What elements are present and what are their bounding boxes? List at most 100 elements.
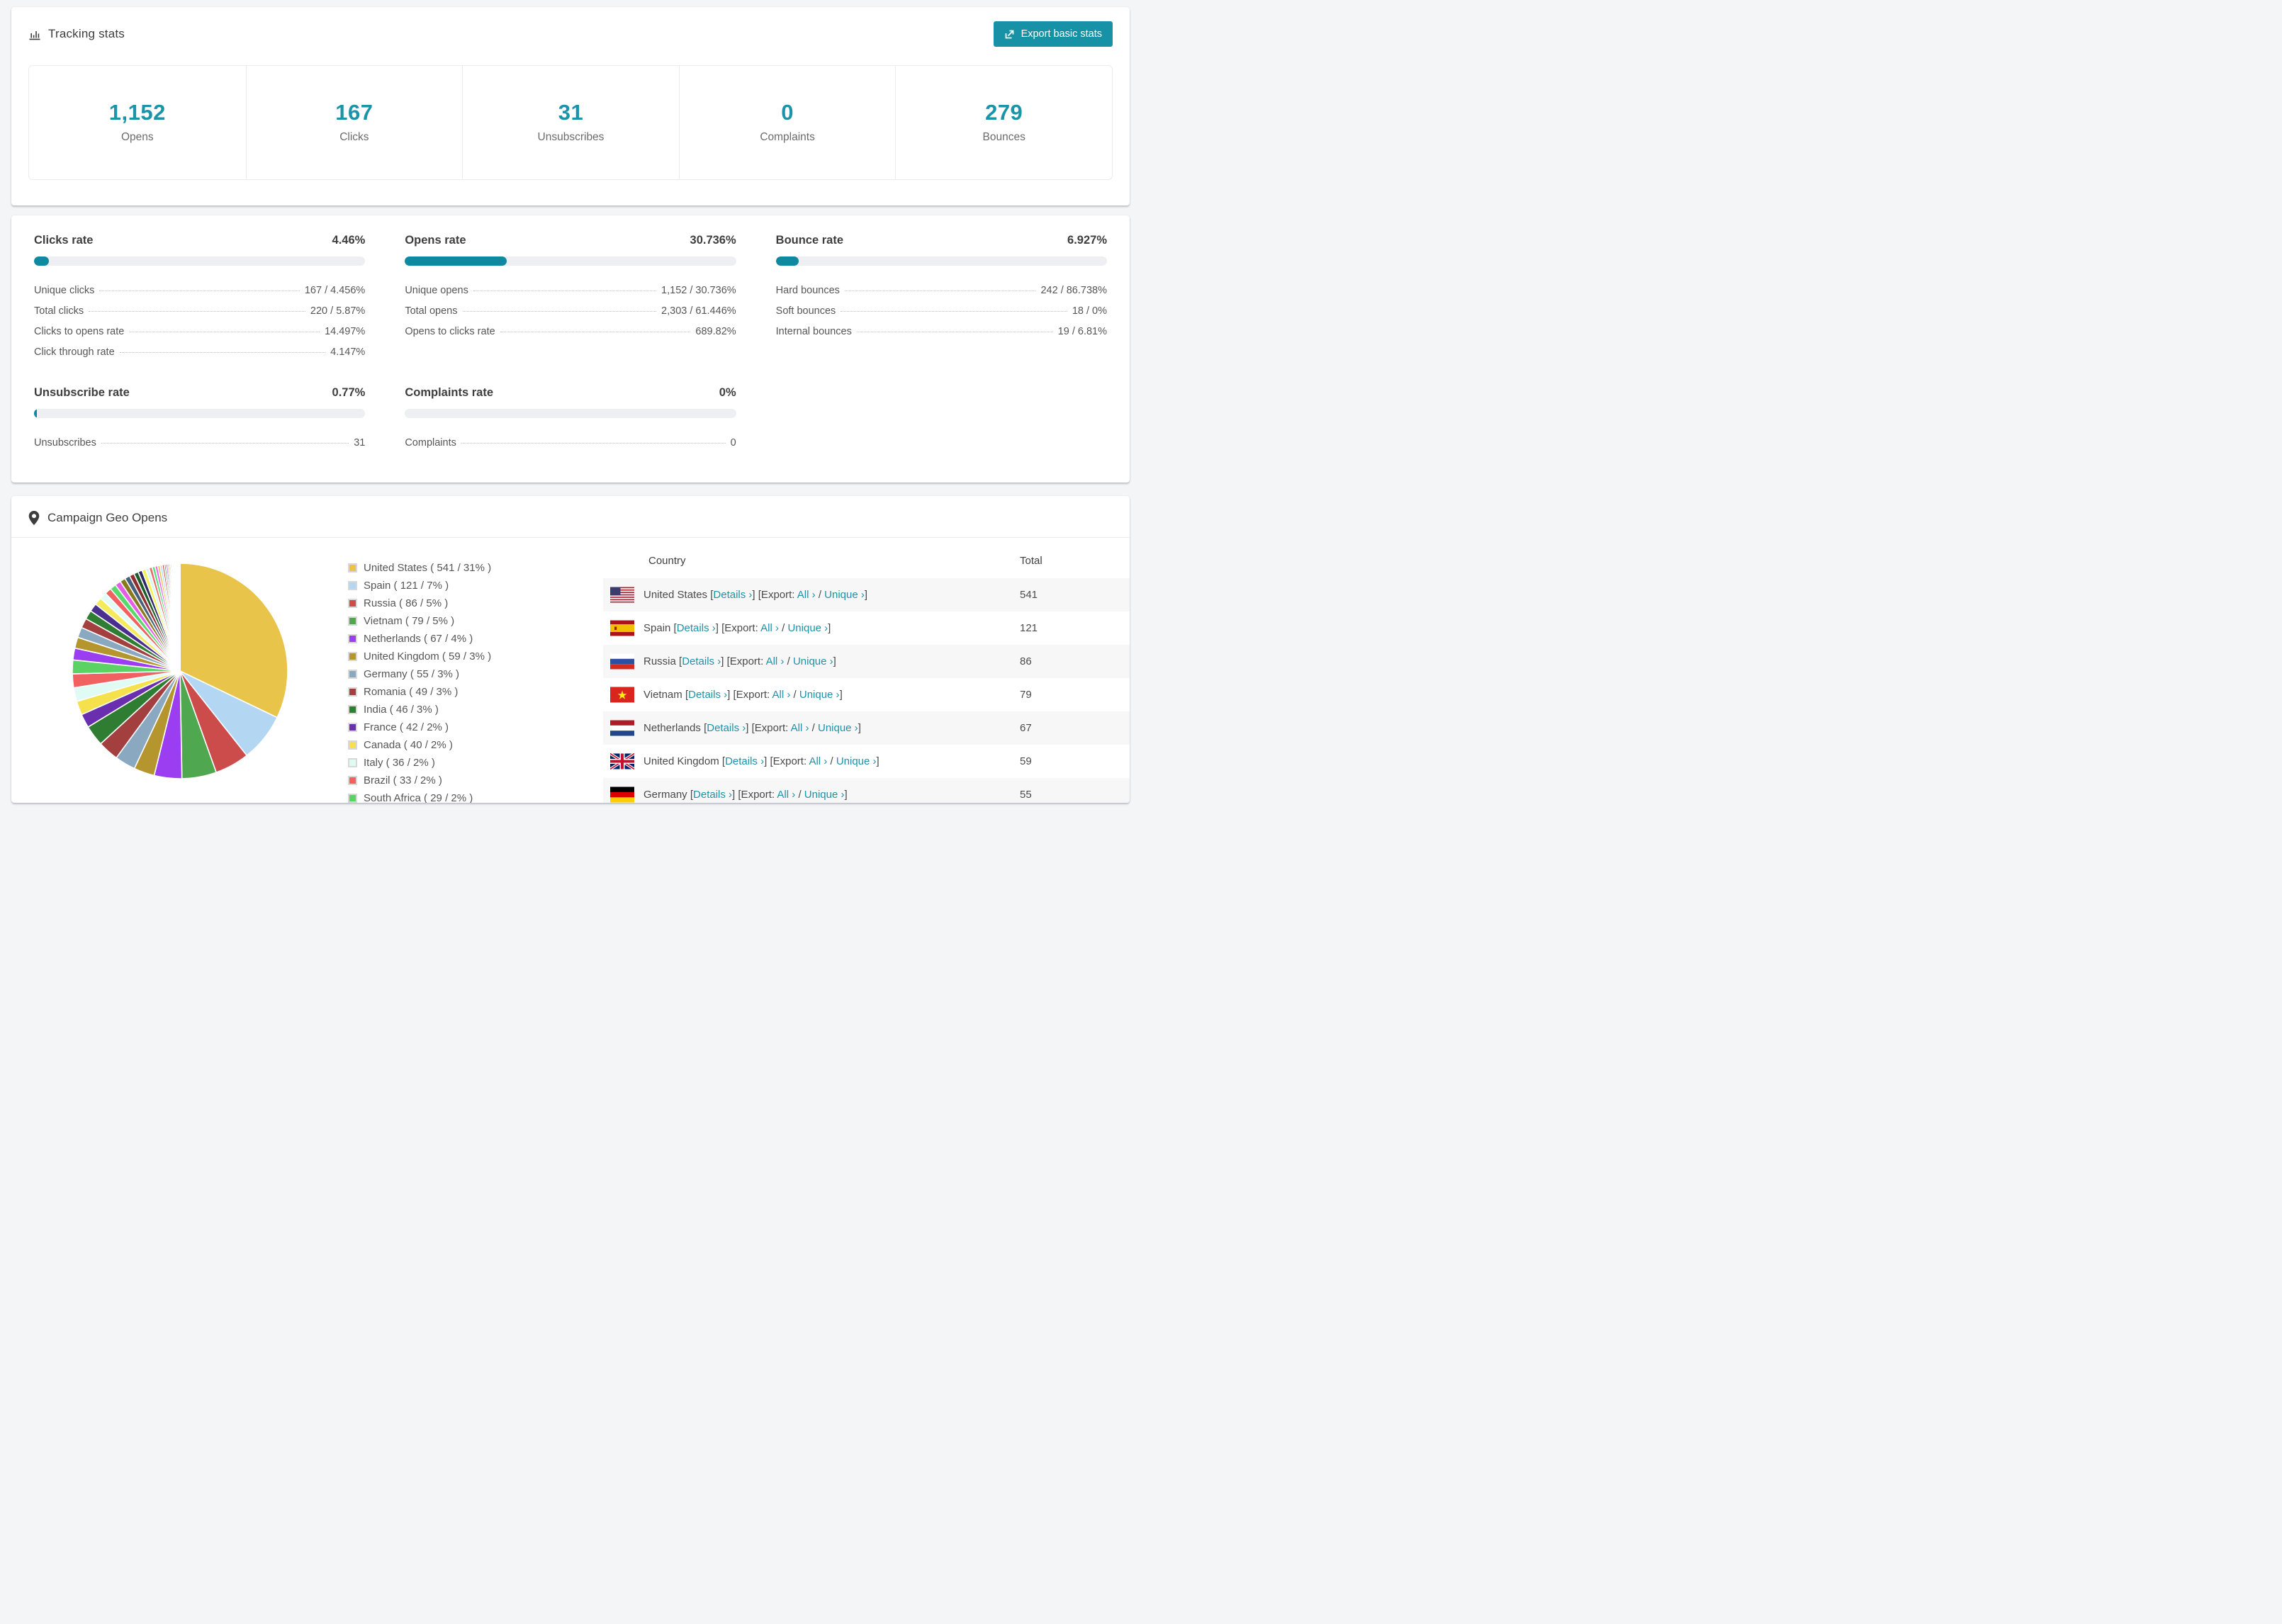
export-unique-link[interactable]: Unique › bbox=[836, 755, 877, 767]
legend-item[interactable]: Netherlands ( 67 / 4% ) bbox=[348, 633, 603, 645]
details-link[interactable]: Details › bbox=[725, 755, 764, 767]
legend-swatch bbox=[348, 776, 357, 785]
export-unique-link[interactable]: Unique › bbox=[787, 622, 828, 634]
legend-label: India ( 46 / 3% ) bbox=[364, 704, 439, 716]
legend-item[interactable]: Canada ( 40 / 2% ) bbox=[348, 739, 603, 751]
export-all-link[interactable]: All › bbox=[777, 789, 795, 801]
stat-unsubscribes: 31 Unsubscribes bbox=[462, 66, 679, 179]
row-total: 79 bbox=[1020, 689, 1032, 701]
legend-item[interactable]: United Kingdom ( 59 / 3% ) bbox=[348, 650, 603, 662]
table-row: Spain [Details ›] [Export: All › / Uniqu… bbox=[603, 611, 1130, 645]
export-all-link[interactable]: All › bbox=[791, 722, 809, 734]
legend-swatch bbox=[348, 581, 357, 590]
bounce-rate-value: 6.927% bbox=[1067, 234, 1107, 247]
export-icon bbox=[1004, 28, 1016, 40]
clicks-rate-bar-fill bbox=[34, 256, 49, 266]
geo-pie-chart[interactable] bbox=[67, 558, 293, 784]
clicks-rate-bar bbox=[34, 256, 366, 266]
stat-opens-value: 1,152 bbox=[108, 100, 166, 125]
row-country-text: Spain [Details ›] [Export: All › / Uniqu… bbox=[643, 622, 831, 634]
unsubscribe-rate-bar bbox=[34, 409, 366, 418]
bounce-rate-bar-fill bbox=[775, 256, 799, 266]
stat-row: Soft bounces 18 / 0% bbox=[775, 305, 1107, 317]
row-country-text: United Kingdom [Details ›] [Export: All … bbox=[643, 755, 879, 767]
clicks-rate-panel: Clicks rate 4.46% Unique clicks 167 / 4.4… bbox=[34, 234, 366, 362]
geo-table-wrap: Country Total United States [Details ›] … bbox=[603, 546, 1130, 803]
export-basic-stats-button[interactable]: Export basic stats bbox=[993, 21, 1113, 47]
export-unique-link[interactable]: Unique › bbox=[793, 655, 833, 667]
bounce-rate-bar bbox=[775, 256, 1107, 266]
export-all-link[interactable]: All › bbox=[797, 589, 816, 601]
legend-item[interactable]: Spain ( 121 / 7% ) bbox=[348, 580, 603, 592]
geo-pie-wrap bbox=[11, 546, 348, 803]
tracking-stats-header: Tracking stats Export basic stats bbox=[11, 7, 1130, 62]
opens-rate-panel: Opens rate 30.736% Unique opens 1,152 / 3… bbox=[405, 234, 736, 362]
legend-item[interactable]: Russia ( 86 / 5% ) bbox=[348, 597, 603, 609]
export-unique-link[interactable]: Unique › bbox=[799, 689, 840, 701]
row-total: 541 bbox=[1020, 589, 1038, 601]
details-link[interactable]: Details › bbox=[693, 789, 732, 801]
page-title: Tracking stats bbox=[48, 27, 125, 40]
legend-item[interactable]: France ( 42 / 2% ) bbox=[348, 721, 603, 733]
legend-swatch bbox=[348, 599, 357, 608]
legend-label: Germany ( 55 / 3% ) bbox=[364, 668, 460, 680]
column-header-total: Total bbox=[1020, 555, 1042, 567]
export-all-link[interactable]: All › bbox=[766, 655, 785, 667]
clicks-rate-value: 4.46% bbox=[332, 234, 366, 247]
legend-label: Netherlands ( 67 / 4% ) bbox=[364, 633, 473, 645]
legend-swatch bbox=[348, 652, 357, 661]
stat-row: Complaints 0 bbox=[405, 436, 736, 449]
big-stats-row: 1,152 Opens 167 Clicks 31 Unsubscribes 0… bbox=[28, 65, 1113, 180]
flag-netherlands-icon bbox=[610, 720, 634, 736]
export-unique-link[interactable]: Unique › bbox=[824, 589, 865, 601]
stat-complaints: 0 Complaints bbox=[678, 66, 896, 179]
stat-unsubscribes-value: 31 bbox=[558, 100, 584, 125]
legend-label: South Africa ( 29 / 2% ) bbox=[364, 792, 473, 803]
unsubscribe-rate-bar-fill bbox=[34, 409, 37, 418]
flag-united-kingdom-icon bbox=[610, 753, 634, 769]
legend-label: Canada ( 40 / 2% ) bbox=[364, 739, 453, 751]
bounce-rate-title: Bounce rate bbox=[775, 234, 844, 247]
legend-item[interactable]: United States ( 541 / 31% ) bbox=[348, 562, 603, 574]
legend-label: Russia ( 86 / 5% ) bbox=[364, 597, 449, 609]
export-all-link[interactable]: All › bbox=[809, 755, 827, 767]
details-link[interactable]: Details › bbox=[707, 722, 746, 734]
stat-clicks: 167 Clicks bbox=[245, 66, 463, 179]
stat-clicks-label: Clicks bbox=[339, 131, 369, 143]
geo-header: Campaign Geo Opens bbox=[11, 496, 1130, 537]
export-unique-link[interactable]: Unique › bbox=[804, 789, 845, 801]
legend-swatch bbox=[348, 740, 357, 750]
legend-label: Italy ( 36 / 2% ) bbox=[364, 757, 435, 769]
stat-row: Unique clicks 167 / 4.456% bbox=[34, 284, 366, 296]
legend-item[interactable]: Germany ( 55 / 3% ) bbox=[348, 668, 603, 680]
stat-row: Hard bounces 242 / 86.738% bbox=[775, 284, 1107, 296]
opens-rate-bar bbox=[405, 256, 736, 266]
rates-card: Clicks rate 4.46% Unique clicks 167 / 4.4… bbox=[11, 215, 1130, 483]
table-row: Russia [Details ›] [Export: All › / Uniq… bbox=[603, 645, 1130, 678]
row-total: 67 bbox=[1020, 722, 1032, 734]
row-country-text: Russia [Details ›] [Export: All › / Uniq… bbox=[643, 655, 836, 667]
legend-item[interactable]: South Africa ( 29 / 2% ) bbox=[348, 792, 603, 803]
legend-swatch bbox=[348, 670, 357, 679]
flag-germany-icon bbox=[610, 786, 634, 803]
row-country-text: United States [Details ›] [Export: All ›… bbox=[643, 589, 868, 601]
geo-table: Country Total United States [Details ›] … bbox=[603, 546, 1130, 803]
legend-item[interactable]: Italy ( 36 / 2% ) bbox=[348, 757, 603, 769]
export-all-link[interactable]: All › bbox=[772, 689, 791, 701]
legend-item[interactable]: Vietnam ( 79 / 5% ) bbox=[348, 615, 603, 627]
dashboard-page: Tracking stats Export basic stats 1,152 … bbox=[0, 0, 1141, 812]
legend-item[interactable]: India ( 46 / 3% ) bbox=[348, 704, 603, 716]
details-link[interactable]: Details › bbox=[677, 622, 716, 634]
details-link[interactable]: Details › bbox=[713, 589, 752, 601]
row-country-text: Netherlands [Details ›] [Export: All › /… bbox=[643, 722, 861, 734]
legend-swatch bbox=[348, 616, 357, 626]
row-total: 86 bbox=[1020, 655, 1032, 667]
details-link[interactable]: Details › bbox=[688, 689, 727, 701]
table-row: United States [Details ›] [Export: All ›… bbox=[603, 578, 1130, 611]
export-all-link[interactable]: All › bbox=[760, 622, 779, 634]
table-row: Netherlands [Details ›] [Export: All › /… bbox=[603, 711, 1130, 745]
export-unique-link[interactable]: Unique › bbox=[818, 722, 858, 734]
legend-item[interactable]: Romania ( 49 / 3% ) bbox=[348, 686, 603, 698]
details-link[interactable]: Details › bbox=[682, 655, 721, 667]
legend-item[interactable]: Brazil ( 33 / 2% ) bbox=[348, 774, 603, 786]
